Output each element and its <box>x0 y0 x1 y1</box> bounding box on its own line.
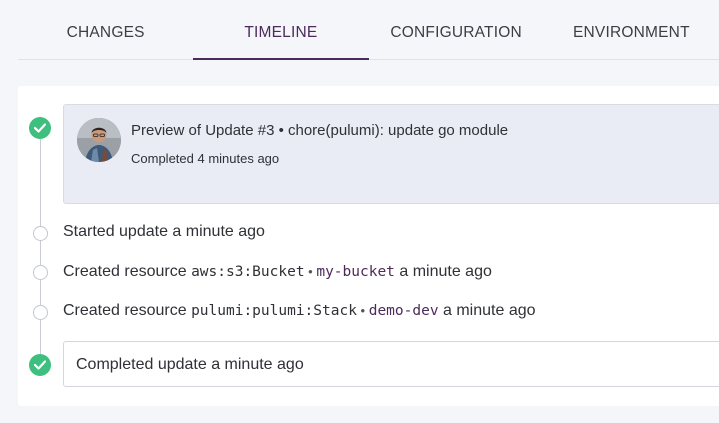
preview-update-status: Completed 4 minutes ago <box>131 151 280 166</box>
event-text: Started update a minute ago <box>63 223 265 240</box>
event-prefix: Created resource <box>63 302 192 319</box>
empty-circle-icon <box>33 226 48 241</box>
tab-changes[interactable]: CHANGES <box>18 0 193 59</box>
completed-update-card[interactable]: Completed update a minute ago <box>63 341 719 387</box>
preview-update-title[interactable]: Preview of Update #3 • chore(pulumi): up… <box>131 122 508 139</box>
resource-name-link[interactable]: demo-dev <box>369 303 439 319</box>
tab-bar: CHANGES TIMELINE CONFIGURATION ENVIRONME… <box>18 0 719 60</box>
empty-circle-icon <box>33 265 48 280</box>
timeline-event-created-bucket: Created resource aws:s3:Bucket • my-buck… <box>63 263 492 281</box>
timeline-event-created-stack: Created resource pulumi:pulumi:Stack • d… <box>63 302 536 320</box>
resource-name-link[interactable]: my-bucket <box>316 264 395 280</box>
timeline-rail <box>40 128 41 364</box>
empty-circle-icon <box>33 305 48 320</box>
event-time: a minute ago <box>438 302 536 319</box>
resource-type: aws:s3:Bucket <box>191 264 305 280</box>
preview-update-card[interactable]: Preview of Update #3 • chore(pulumi): up… <box>63 104 719 204</box>
resource-type: pulumi:pulumi:Stack <box>191 303 357 319</box>
separator: • <box>304 264 317 279</box>
timeline-event-started: Started update a minute ago <box>63 223 265 241</box>
check-circle-icon <box>29 354 51 376</box>
event-time: a minute ago <box>394 263 492 280</box>
event-prefix: Created resource <box>63 263 192 280</box>
avatar <box>77 118 121 162</box>
completed-update-text: Completed update a minute ago <box>76 356 304 373</box>
check-circle-icon <box>29 117 51 139</box>
tab-environment[interactable]: ENVIRONMENT <box>544 0 719 59</box>
tab-configuration[interactable]: CONFIGURATION <box>369 0 544 59</box>
tab-timeline[interactable]: TIMELINE <box>193 0 369 60</box>
separator: • <box>356 303 369 318</box>
